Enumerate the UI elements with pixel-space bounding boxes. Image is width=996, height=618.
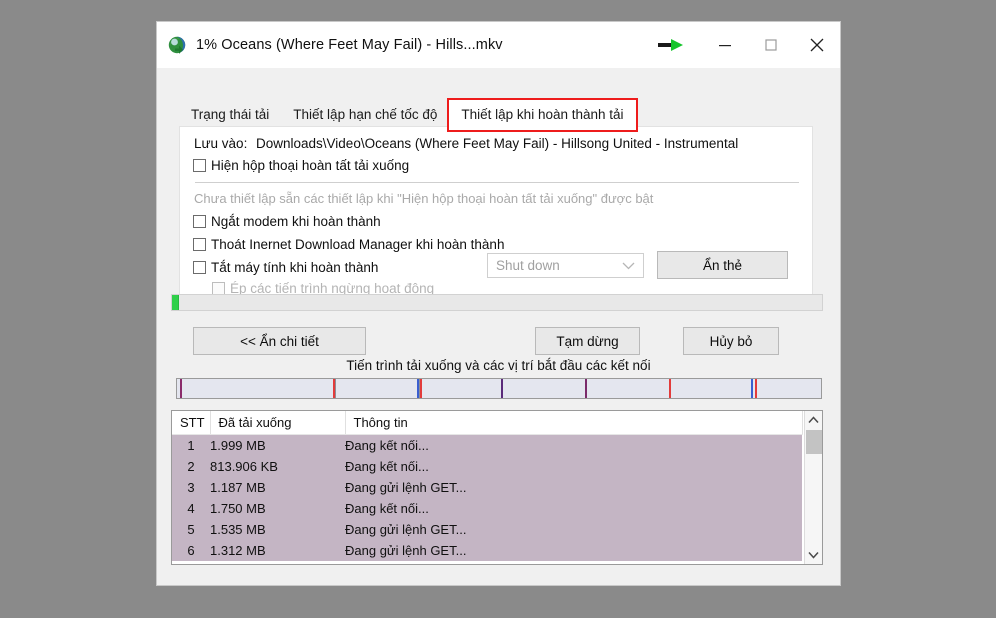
cell-downloaded: 1.999 MB — [210, 435, 345, 457]
cell-info: Đang kết nối... — [345, 456, 802, 477]
segment-divider — [419, 379, 420, 398]
on-completion-panel: Lưu vào:Downloads\Video\Oceans (Where Fe… — [179, 126, 813, 299]
overall-progress-fill — [172, 295, 179, 310]
table-header-row: STT Đã tải xuống Thông tin — [172, 411, 802, 435]
connection-start-marker — [420, 379, 422, 398]
checkbox-shutdown-computer[interactable]: Tắt máy tính khi hoàn thành — [193, 260, 378, 275]
green-arrow-icon[interactable] — [650, 23, 694, 67]
cell-index: 6 — [172, 540, 210, 561]
connections-caption: Tiến trình tải xuống và các vị trí bắt đ… — [157, 358, 840, 373]
checkbox-box-icon[interactable] — [193, 261, 206, 274]
shutdown-mode-value: Shut down — [496, 258, 560, 273]
pause-button[interactable]: Tạm dừng — [535, 327, 640, 355]
save-to-row: Lưu vào:Downloads\Video\Oceans (Where Fe… — [194, 136, 738, 151]
checkbox-label: Ngắt modem khi hoàn thành — [211, 214, 381, 229]
cell-info: Đang gửi lệnh GET... — [345, 519, 802, 540]
connection-start-marker — [333, 379, 335, 398]
checkbox-show-completion-dialog[interactable]: Hiện hộp thoại hoàn tất tải xuống — [193, 158, 409, 173]
table-row[interactable]: 51.535 MBĐang gửi lệnh GET... — [172, 519, 802, 540]
connections-segment-bar — [176, 378, 822, 399]
overall-progress-bar — [171, 294, 823, 311]
checkbox-label: Thoát Inernet Download Manager khi hoàn … — [211, 237, 504, 252]
connections-grid: STT Đã tải xuống Thông tin 11.999 MBĐang… — [172, 411, 803, 561]
hide-tab-button[interactable]: Ẩn thẻ — [657, 251, 788, 279]
table-body: 11.999 MBĐang kết nối...2813.906 KBĐang … — [172, 435, 802, 562]
cell-info: Đang gửi lệnh GET... — [345, 540, 802, 561]
presets-hint-text: Chưa thiết lập sẵn các thiết lập khi "Hi… — [194, 191, 653, 206]
maximize-icon[interactable] — [748, 23, 794, 67]
table-vertical-scrollbar[interactable] — [804, 411, 822, 564]
cell-index: 2 — [172, 456, 210, 477]
connection-start-marker — [585, 379, 587, 398]
column-header-stt[interactable]: STT — [172, 411, 210, 435]
cell-downloaded: 813.906 KB — [210, 456, 345, 477]
window-controls — [650, 22, 840, 68]
connection-start-marker — [417, 379, 419, 398]
cell-index: 4 — [172, 498, 210, 519]
checkbox-box-icon[interactable] — [193, 159, 206, 172]
title-bar: 1% Oceans (Where Feet May Fail) - Hills.… — [157, 22, 840, 68]
shutdown-mode-select[interactable]: Shut down — [487, 253, 644, 278]
cancel-button[interactable]: Hủy bỏ — [683, 327, 779, 355]
close-icon[interactable] — [794, 23, 840, 67]
chevron-down-icon[interactable] — [622, 258, 635, 273]
cell-info: Đang gửi lệnh GET... — [345, 477, 802, 498]
table-row[interactable]: 41.750 MBĐang kết nối... — [172, 498, 802, 519]
cell-info: Đang kết nối... — [345, 498, 802, 519]
tab-on-completion[interactable]: Thiết lập khi hoàn thành tải — [449, 100, 635, 130]
connections-table: STT Đã tải xuống Thông tin 11.999 MBĐang… — [171, 410, 823, 565]
checkbox-box-icon[interactable] — [193, 215, 206, 228]
checkbox-box-icon[interactable] — [193, 238, 206, 251]
cell-downloaded: 1.312 MB — [210, 540, 345, 561]
table-row[interactable]: 31.187 MBĐang gửi lệnh GET... — [172, 477, 802, 498]
table-row[interactable]: 61.312 MBĐang gửi lệnh GET... — [172, 540, 802, 561]
save-to-label: Lưu vào: — [194, 136, 256, 151]
window-title: 1% Oceans (Where Feet May Fail) - Hills.… — [196, 37, 503, 53]
idm-globe-icon — [167, 35, 187, 55]
cell-index: 3 — [172, 477, 210, 498]
chevron-up-icon[interactable] — [805, 411, 822, 429]
checkbox-hangup-modem[interactable]: Ngắt modem khi hoàn thành — [193, 214, 381, 229]
cell-info: Đang kết nối... — [345, 435, 802, 457]
minimize-icon[interactable] — [702, 23, 748, 67]
connection-start-marker — [669, 379, 671, 398]
table-row[interactable]: 11.999 MBĐang kết nối... — [172, 435, 802, 457]
checkbox-exit-idm[interactable]: Thoát Inernet Download Manager khi hoàn … — [193, 237, 504, 252]
checkbox-label: Tắt máy tính khi hoàn thành — [211, 260, 378, 275]
chevron-down-icon[interactable] — [805, 546, 822, 564]
connection-start-marker — [751, 379, 753, 398]
idm-download-progress-window: 1% Oceans (Where Feet May Fail) - Hills.… — [157, 22, 840, 585]
cell-downloaded: 1.187 MB — [210, 477, 345, 498]
connection-start-marker — [501, 379, 503, 398]
connection-start-marker — [755, 379, 757, 398]
cell-index: 5 — [172, 519, 210, 540]
scrollbar-thumb[interactable] — [806, 430, 822, 454]
hide-details-button[interactable]: << Ẩn chi tiết — [193, 327, 366, 355]
checkbox-label: Hiện hộp thoại hoàn tất tải xuống — [211, 158, 409, 173]
table-row[interactable]: 2813.906 KBĐang kết nối... — [172, 456, 802, 477]
save-to-path: Downloads\Video\Oceans (Where Feet May F… — [256, 136, 738, 151]
column-header-info[interactable]: Thông tin — [345, 411, 802, 435]
cell-downloaded: 1.535 MB — [210, 519, 345, 540]
cell-index: 1 — [172, 435, 210, 457]
column-header-downloaded[interactable]: Đã tải xuống — [210, 411, 345, 435]
cell-downloaded: 1.750 MB — [210, 498, 345, 519]
connection-start-marker — [180, 379, 182, 398]
separator — [195, 182, 799, 183]
